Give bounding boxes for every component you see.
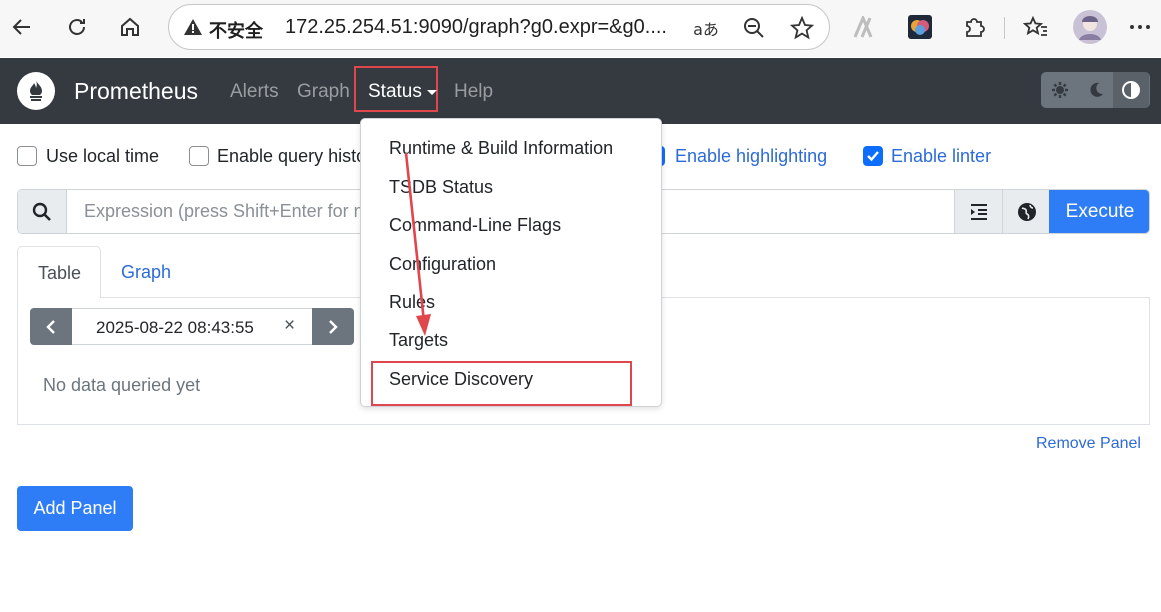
menu-item-service-discovery[interactable]: Service Discovery xyxy=(389,369,533,390)
browser-toolbar: 不安全 172.25.254.51:9090/graph?g0.expr=&g0… xyxy=(0,0,1161,57)
menu-item-targets[interactable]: Targets xyxy=(389,330,448,351)
add-panel-button[interactable]: Add Panel xyxy=(17,486,133,531)
nav-help[interactable]: Help xyxy=(454,81,493,103)
remove-panel-link[interactable]: Remove Panel xyxy=(1036,435,1141,453)
previous-time-button[interactable] xyxy=(30,308,72,345)
clear-time-icon[interactable]: × xyxy=(284,315,295,337)
status-dropdown-menu: Runtime & Build Information TSDB Status … xyxy=(360,118,662,407)
toolbar-divider xyxy=(1004,17,1005,39)
check-icon xyxy=(867,151,879,162)
evaluation-time-value: 2025-08-22 08:43:55 xyxy=(96,318,254,337)
prometheus-logo-icon[interactable] xyxy=(17,72,55,110)
next-time-button[interactable] xyxy=(312,308,354,345)
caret-down-icon xyxy=(427,90,437,95)
profile-avatar[interactable] xyxy=(1072,9,1108,45)
linter-label[interactable]: Enable linter xyxy=(891,146,991,167)
brand-title[interactable]: Prometheus xyxy=(74,78,198,105)
nav-alerts[interactable]: Alerts xyxy=(230,81,279,103)
menu-item-rules[interactable]: Rules xyxy=(389,292,435,313)
execute-button[interactable]: Execute xyxy=(1049,190,1149,233)
no-data-message: No data queried yet xyxy=(43,375,201,395)
address-bar[interactable]: 不安全 172.25.254.51:9090/graph?g0.expr=&g0… xyxy=(168,4,830,50)
favorite-star-icon[interactable] xyxy=(787,13,817,43)
read-aloud-icon[interactable]: aあ xyxy=(691,13,721,43)
chevron-left-icon xyxy=(46,319,55,334)
extension-brain-icon[interactable] xyxy=(902,9,938,45)
extensions-puzzle-icon[interactable] xyxy=(956,9,992,45)
light-theme-gear-icon[interactable] xyxy=(1042,72,1078,108)
tab-graph[interactable]: Graph xyxy=(121,262,171,283)
evaluation-time-input[interactable]: 2025-08-22 08:43:55 × xyxy=(72,308,312,345)
menu-item-tsdb-status[interactable]: TSDB Status xyxy=(389,177,493,198)
refresh-icon[interactable] xyxy=(59,9,95,45)
linter-checkbox[interactable] xyxy=(863,146,883,166)
search-icon xyxy=(18,190,67,233)
menu-item-runtime-build-info[interactable]: Runtime & Build Information xyxy=(389,138,613,159)
menu-item-command-line-flags[interactable]: Command-Line Flags xyxy=(389,215,561,236)
menu-item-configuration[interactable]: Configuration xyxy=(389,254,496,275)
use-local-time-checkbox[interactable] xyxy=(17,146,37,166)
query-history-checkbox[interactable] xyxy=(189,146,209,166)
theme-toggle-group xyxy=(1041,72,1150,108)
dark-theme-moon-icon[interactable] xyxy=(1078,72,1114,108)
highlighting-label[interactable]: Enable highlighting xyxy=(675,146,827,167)
nav-graph[interactable]: Graph xyxy=(297,81,350,103)
more-menu-icon[interactable] xyxy=(1122,9,1158,45)
format-expression-icon[interactable] xyxy=(954,190,1002,233)
read-aloud-label: aあ xyxy=(693,20,719,39)
tab-table-label: Table xyxy=(38,263,82,283)
auto-theme-contrast-icon[interactable] xyxy=(1113,72,1149,108)
query-history-label[interactable]: Enable query history xyxy=(217,146,381,167)
security-label: 不安全 xyxy=(209,21,263,42)
nav-status-label: Status xyxy=(368,81,422,102)
favorites-list-icon[interactable] xyxy=(1018,9,1054,45)
zoom-icon[interactable] xyxy=(739,13,769,43)
url-text[interactable]: 172.25.254.51:9090/graph?g0.expr=&g0.... xyxy=(285,16,667,39)
extension-a-icon[interactable] xyxy=(848,9,884,45)
back-icon[interactable] xyxy=(4,9,40,45)
use-local-time-label[interactable]: Use local time xyxy=(46,146,159,167)
prometheus-navbar: Prometheus Alerts Graph Status Help xyxy=(0,58,1161,124)
metrics-explorer-globe-icon[interactable] xyxy=(1002,190,1050,233)
warning-icon xyxy=(183,17,203,37)
chevron-right-icon xyxy=(329,319,338,334)
nav-status-dropdown[interactable]: Status xyxy=(354,66,438,112)
tab-table[interactable]: Table xyxy=(17,246,101,298)
home-icon[interactable] xyxy=(112,9,148,45)
